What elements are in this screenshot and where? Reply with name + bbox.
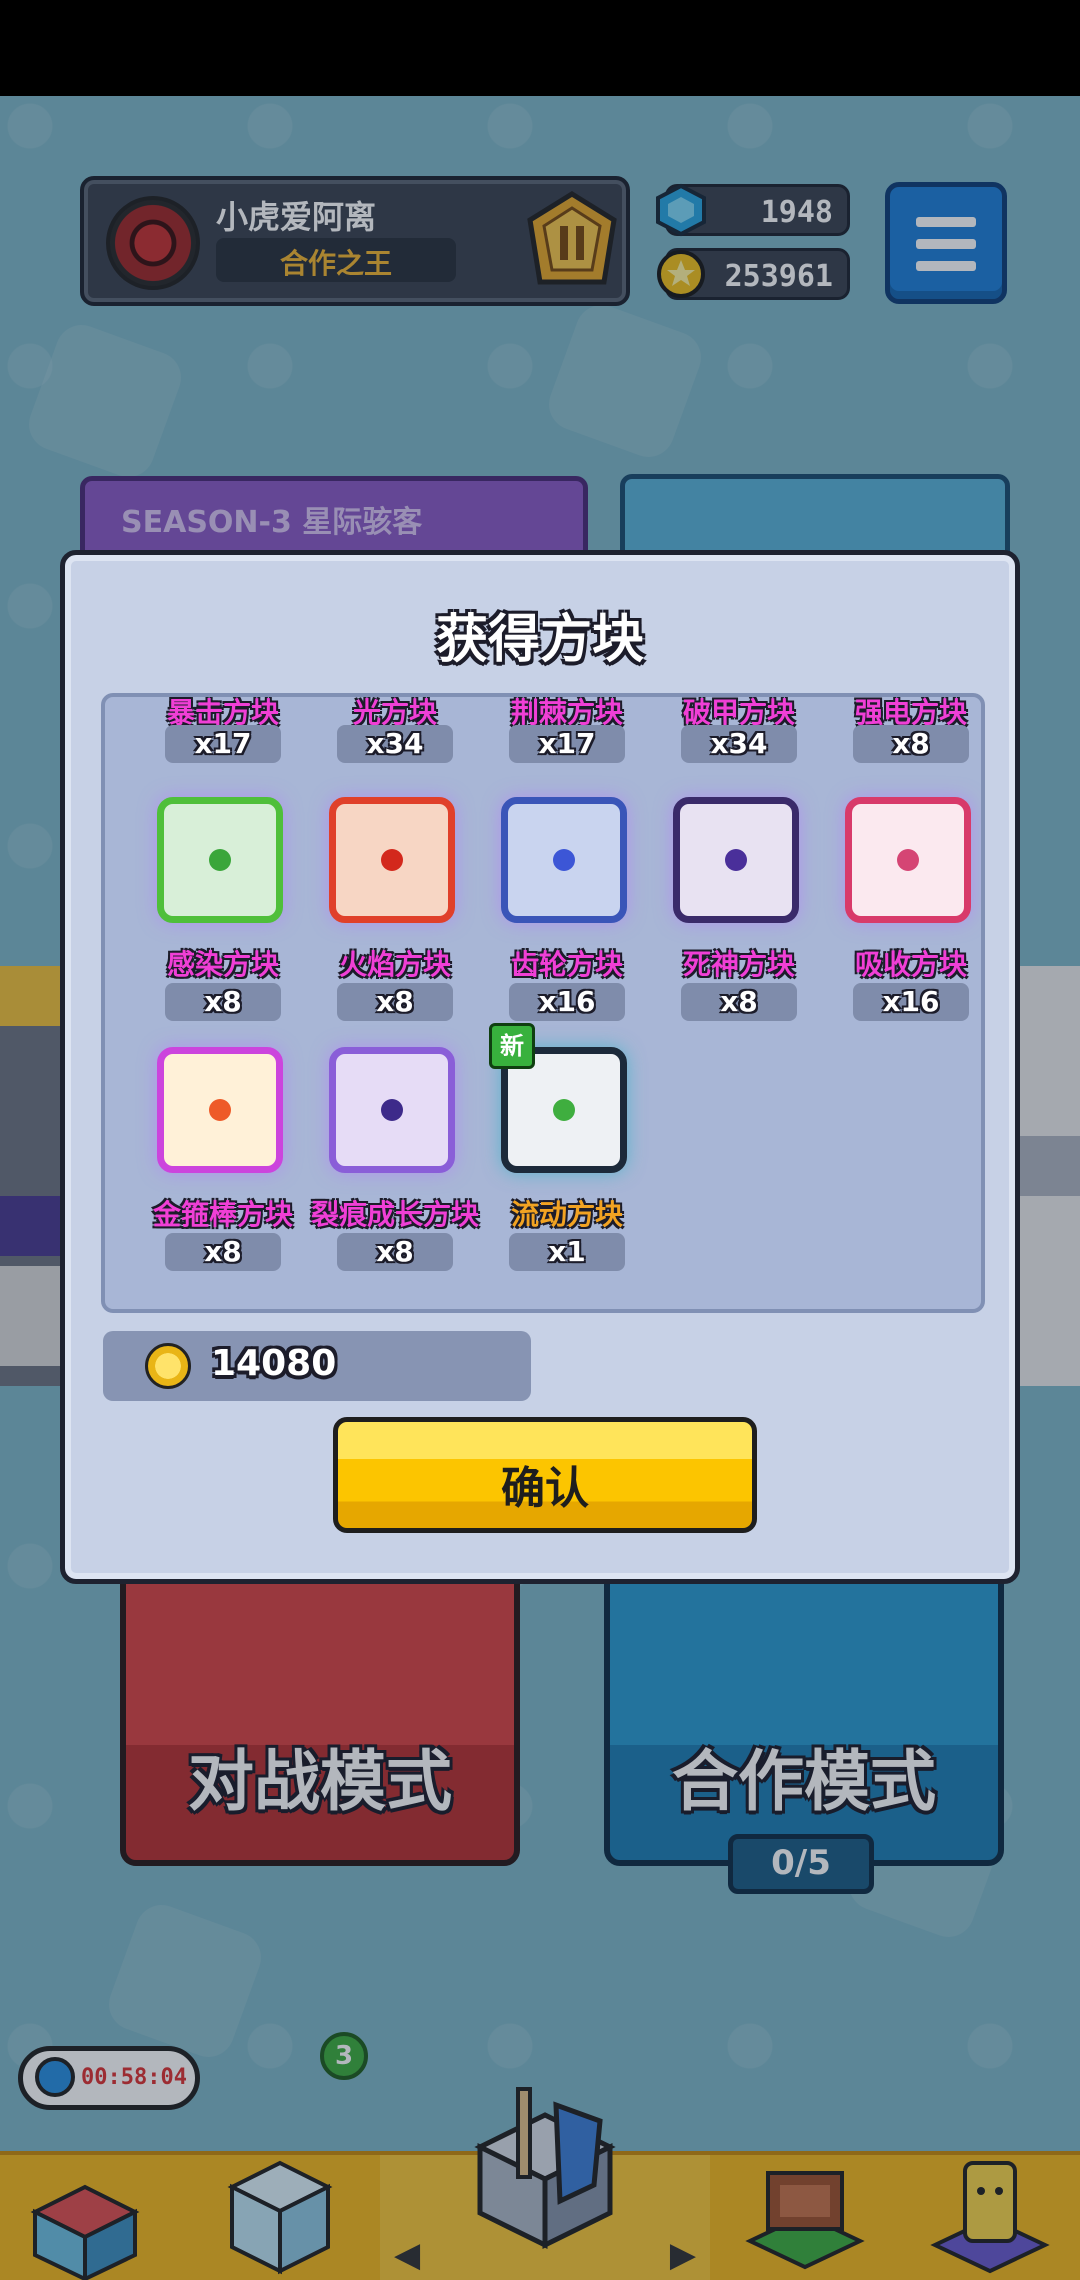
- reward-item-count-box: x34: [681, 725, 797, 763]
- confirm-label: 确认: [501, 1463, 589, 1514]
- coin-reward-row: 14080: [103, 1331, 531, 1401]
- modal-title: 获得方块: [435, 610, 644, 670]
- reward-item-count-box: x16: [509, 983, 625, 1021]
- reward-item-count-box: x8: [337, 1233, 453, 1271]
- reward-item-count: x34: [366, 727, 424, 760]
- reward-item-count: x16: [538, 985, 596, 1018]
- reward-item-count: x8: [376, 985, 414, 1018]
- reward-item-count: x17: [194, 727, 252, 760]
- reward-item-name: 感染方块: [166, 948, 279, 981]
- reward-item-count: x8: [204, 1235, 242, 1268]
- die-pip: [209, 849, 231, 871]
- crack-growth-dice-icon: [329, 1047, 455, 1173]
- reward-item-count: x8: [204, 985, 242, 1018]
- reward-item-count: x8: [892, 727, 930, 760]
- die-pip: [381, 1099, 403, 1121]
- gear-dice-icon: [501, 797, 627, 923]
- reward-item-count-box: x16: [853, 983, 969, 1021]
- reward-item-count: x17: [538, 727, 596, 760]
- reward-item-name: 死神方块: [682, 948, 795, 981]
- reward-item-name: 流动方块: [510, 1198, 623, 1231]
- reward-item-count-box: x8: [165, 1233, 281, 1271]
- absorb-dice-icon: [845, 797, 971, 923]
- coin-reward-value: 14080: [211, 1343, 337, 1384]
- reward-item-name: 裂痕成长方块: [310, 1198, 479, 1231]
- golden-staff-dice-icon: [157, 1047, 283, 1173]
- new-badge: 新: [489, 1023, 535, 1069]
- reward-item-count-box: x1: [509, 1233, 625, 1271]
- reward-item-count-box: x17: [165, 725, 281, 763]
- reward-grid: 暴击方块 x17 光方块 x34 荆棘方块 x17 破甲方块 x34 强电方块 …: [101, 693, 985, 1313]
- die-pip: [553, 1099, 575, 1121]
- reward-item-count-box: x8: [853, 725, 969, 763]
- reward-item-count: x8: [720, 985, 758, 1018]
- die-pip: [553, 849, 575, 871]
- die-pip: [725, 849, 747, 871]
- reward-item-name: 火焰方块: [338, 948, 451, 981]
- gold-coin-icon: [145, 1343, 191, 1389]
- reward-item-count-box: x34: [337, 725, 453, 763]
- confirm-button[interactable]: 确认: [333, 1417, 757, 1533]
- reward-item-name: 吸收方块: [854, 948, 967, 981]
- die-pip: [209, 1099, 231, 1121]
- reward-item-name: 齿轮方块: [510, 948, 623, 981]
- reward-item-count: x8: [376, 1235, 414, 1268]
- flame-dice-icon: [329, 797, 455, 923]
- die-pip: [381, 849, 403, 871]
- reaper-dice-icon: [673, 797, 799, 923]
- infection-dice-icon: [157, 797, 283, 923]
- reward-modal: 获得方块 暴击方块 x17 光方块 x34 荆棘方块 x17 破甲方块 x34 …: [60, 550, 1020, 1584]
- reward-item-count-box: x17: [509, 725, 625, 763]
- reward-item-count-box: x8: [681, 983, 797, 1021]
- reward-item-count: x34: [710, 727, 768, 760]
- die-pip: [897, 849, 919, 871]
- reward-item-name: 金箍棒方块: [152, 1198, 293, 1231]
- reward-item-count-box: x8: [337, 983, 453, 1021]
- reward-item-count: x1: [548, 1235, 586, 1268]
- reward-item-count: x16: [882, 985, 940, 1018]
- status-bar: [0, 0, 1080, 96]
- reward-item-count-box: x8: [165, 983, 281, 1021]
